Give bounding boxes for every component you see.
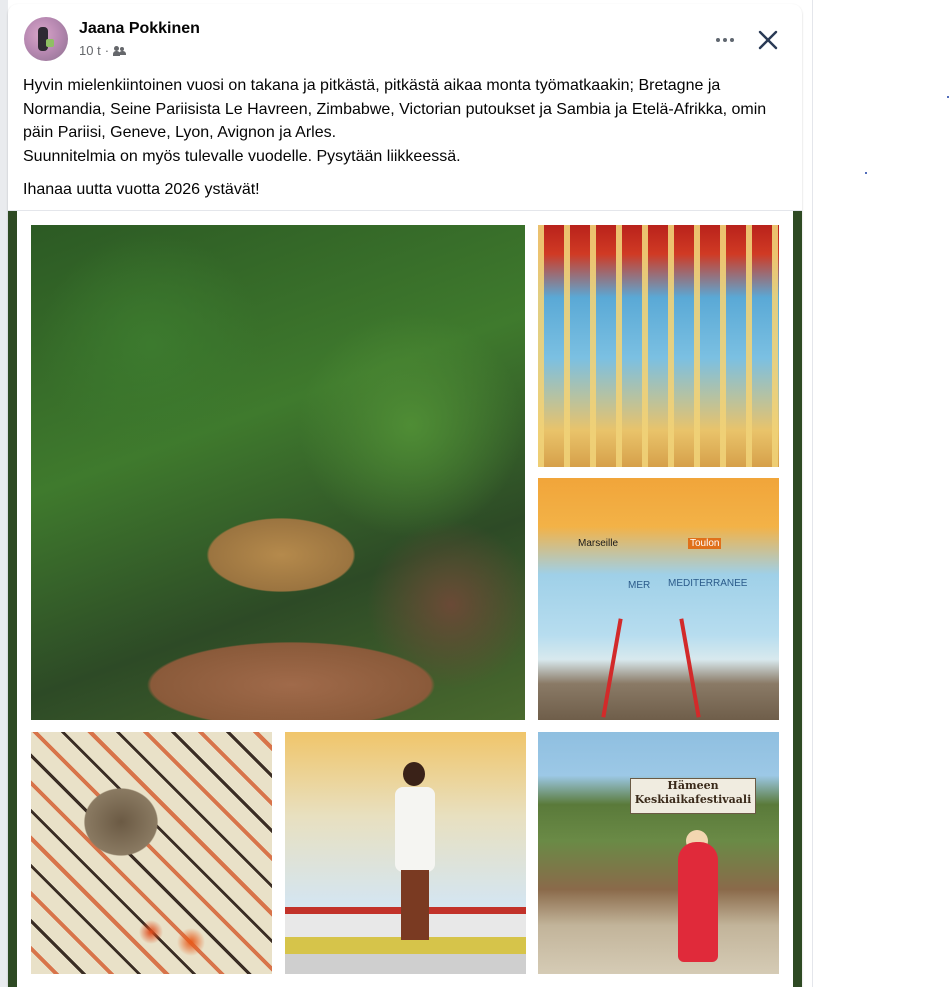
post-text-paragraph: Ihanaa uutta vuotta 2026 ystävät! — [23, 181, 260, 198]
leopard-photo[interactable] — [31, 225, 525, 720]
stray-dot — [865, 172, 867, 174]
post-card: Jaana Pokkinen 10 t · Hyvin mielenkiinto… — [8, 4, 802, 987]
post-header: Jaana Pokkinen 10 t · — [8, 4, 802, 66]
festival-sign: Hämeen Keskiaikafestivaali — [630, 778, 756, 814]
lamp-stand — [601, 618, 623, 718]
festival-sign-line: Hämeen — [667, 779, 719, 792]
man-head — [403, 762, 425, 786]
right-background-area — [812, 0, 949, 987]
more-options-button[interactable] — [708, 26, 742, 54]
friends-icon[interactable] — [113, 45, 127, 56]
festival-photo[interactable]: Hämeen Keskiaikafestivaali — [538, 732, 779, 974]
post-text-paragraph: Suunnitelmia on myös tulevalle vuodelle.… — [23, 147, 461, 165]
left-background-strip — [0, 0, 8, 987]
woman-in-red — [678, 842, 718, 962]
map-label: Marseille — [578, 538, 619, 549]
post-text-paragraph: Hyvin mielenkiintoinen vuosi on takana j… — [23, 77, 767, 141]
post-meta: 10 t · — [79, 43, 127, 58]
map-label: Toulon — [688, 538, 722, 549]
post-time[interactable]: 10 t — [79, 43, 101, 58]
meta-separator: · — [104, 43, 110, 58]
festival-sign-line: Keskiaikafestivaali — [634, 793, 752, 806]
avatar[interactable] — [24, 17, 68, 61]
more-dot-icon — [723, 38, 727, 42]
lamp-stand — [679, 618, 701, 718]
author-name[interactable]: Jaana Pokkinen — [79, 20, 200, 38]
church-photo[interactable] — [538, 225, 779, 467]
avatar-bag — [46, 39, 54, 47]
close-button[interactable] — [752, 24, 784, 56]
map-label: MER — [628, 580, 651, 591]
photo-collage: Marseille Toulon MER MEDITERRANEE Hämeen… — [17, 211, 793, 987]
post-body-text: Hyvin mielenkiintoinen vuosi on takana j… — [23, 74, 793, 202]
man-in-white-photo[interactable] — [285, 732, 526, 974]
close-icon — [758, 30, 778, 50]
lamp-map-photo[interactable]: Marseille Toulon MER MEDITERRANEE — [538, 478, 779, 720]
more-dot-icon — [730, 38, 734, 42]
dog-photo[interactable] — [31, 732, 272, 974]
man-legs — [401, 870, 429, 940]
more-dot-icon — [716, 38, 720, 42]
man-body — [395, 787, 435, 872]
map-label: MEDITERRANEE — [668, 578, 748, 589]
